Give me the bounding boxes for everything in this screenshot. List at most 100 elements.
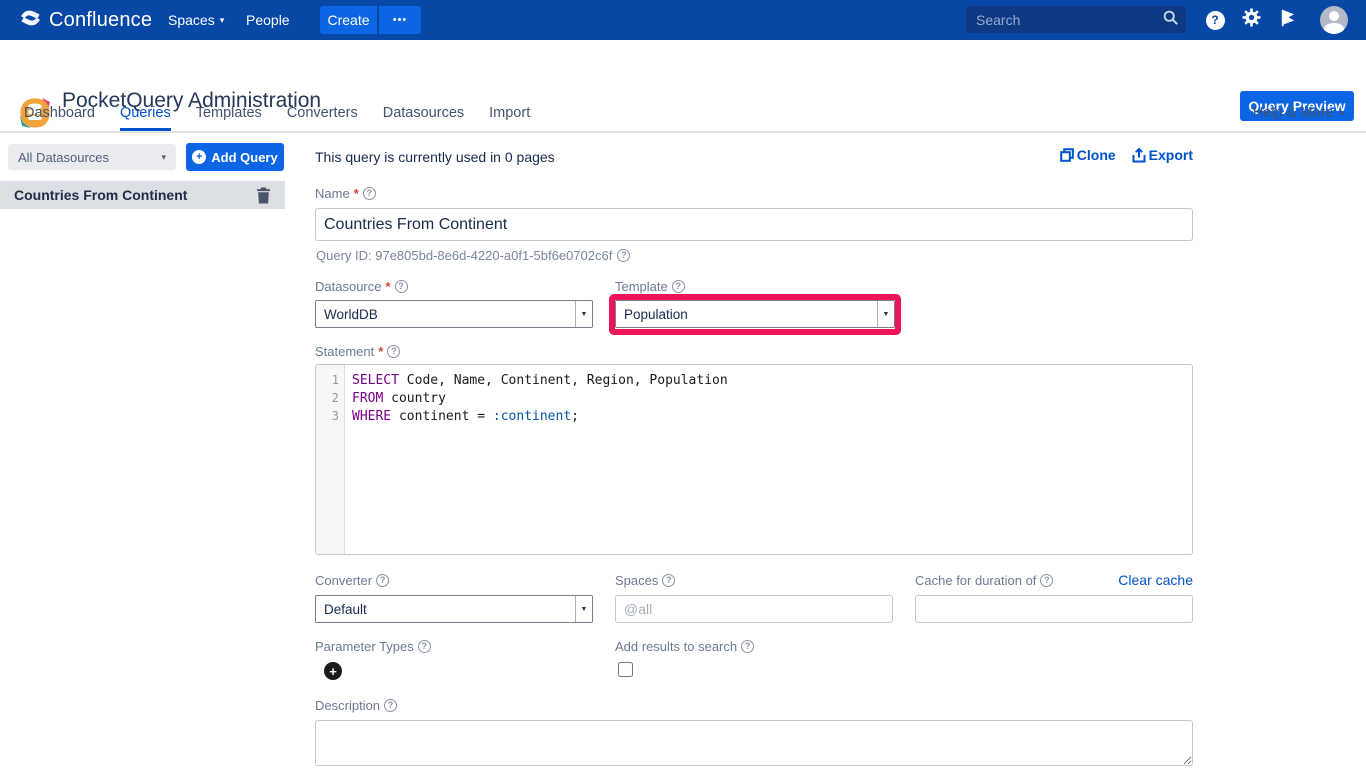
- converter-label: Converter ?: [315, 573, 389, 588]
- add-parameter-button[interactable]: +: [324, 662, 342, 680]
- add-query-button[interactable]: + Add Query: [186, 143, 284, 171]
- help-icon[interactable]: ?: [617, 249, 630, 262]
- help-icon[interactable]: ?: [376, 574, 389, 587]
- chevron-down-icon: ▾: [161, 152, 166, 163]
- trash-icon: [256, 187, 271, 204]
- sql-code[interactable]: SELECT Code, Name, Continent, Region, Po…: [346, 365, 1192, 554]
- spaces-label: Spaces ?: [615, 573, 675, 588]
- clone-icon: [1060, 148, 1074, 162]
- help-more-menu[interactable]: Help & More ▾: [1253, 95, 1344, 131]
- select-arrow-icon: ▼: [575, 596, 592, 622]
- nav-people[interactable]: People: [246, 0, 290, 40]
- pocketquery-admin-page: Confluence Spaces ▾ People Create ••• ?: [0, 0, 1366, 768]
- help-more-label: Help & More: [1253, 105, 1334, 121]
- editor-gutter: 123: [316, 365, 345, 554]
- template-value: Population: [616, 301, 877, 327]
- page-header: PocketQuery Administration Query Preview: [0, 40, 1366, 95]
- notifications-button[interactable]: [1275, 0, 1301, 40]
- select-arrow-icon: ▼: [575, 301, 592, 327]
- required-asterisk: *: [385, 279, 390, 294]
- statement-label: Statement* ?: [315, 344, 400, 359]
- tab-queries[interactable]: Queries: [120, 95, 171, 131]
- template-highlight-box: Population ▼: [609, 294, 901, 335]
- help-icon[interactable]: ?: [384, 699, 397, 712]
- tab-datasources[interactable]: Datasources: [383, 95, 464, 131]
- template-label: Template ?: [615, 279, 685, 294]
- user-menu[interactable]: [1318, 0, 1350, 40]
- help-icon[interactable]: ?: [1040, 574, 1053, 587]
- export-link[interactable]: Export: [1132, 147, 1193, 163]
- datasource-label: Datasource* ?: [315, 279, 408, 294]
- select-arrow-icon: ▼: [877, 301, 894, 327]
- converter-value: Default: [316, 596, 575, 622]
- name-input[interactable]: [315, 208, 1193, 241]
- tab-dashboard[interactable]: Dashboard: [24, 95, 95, 131]
- plus-icon: +: [192, 150, 206, 164]
- query-name: Countries From Continent: [14, 187, 187, 203]
- tab-converters[interactable]: Converters: [287, 95, 358, 131]
- create-more-button[interactable]: •••: [379, 6, 421, 34]
- tab-import[interactable]: Import: [489, 95, 530, 131]
- help-button[interactable]: ?: [1202, 0, 1228, 40]
- help-icon[interactable]: ?: [363, 187, 376, 200]
- code-line: WHERE continent = :continent;: [352, 409, 1192, 427]
- clone-label: Clone: [1077, 147, 1116, 163]
- nav-spaces-label: Spaces: [168, 12, 215, 28]
- admin-tabbar: Dashboard Queries Templates Converters D…: [0, 95, 1366, 133]
- cache-duration-input[interactable]: [915, 595, 1193, 623]
- datasource-filter-value: All Datasources: [18, 150, 109, 165]
- query-id-text: Query ID: 97e805bd-8e6d-4220-a0f1-5bf6e0…: [316, 248, 630, 263]
- required-asterisk: *: [354, 186, 359, 201]
- chevron-down-icon: ▾: [1339, 108, 1344, 119]
- tab-templates[interactable]: Templates: [196, 95, 262, 131]
- clone-link[interactable]: Clone: [1060, 147, 1116, 163]
- datasource-value: WorldDB: [316, 301, 575, 327]
- flag-icon: [1280, 9, 1296, 32]
- name-label: Name* ?: [315, 186, 376, 201]
- datasource-select[interactable]: WorldDB ▼: [315, 300, 593, 328]
- line-number: 2: [316, 391, 344, 409]
- help-icon[interactable]: ?: [672, 280, 685, 293]
- help-icon[interactable]: ?: [741, 640, 754, 653]
- description-input[interactable]: [315, 720, 1193, 766]
- help-icon[interactable]: ?: [418, 640, 431, 653]
- create-button[interactable]: Create: [320, 6, 377, 34]
- code-line: SELECT Code, Name, Continent, Region, Po…: [352, 373, 1192, 391]
- query-list-item[interactable]: Countries From Continent: [0, 181, 285, 209]
- code-line: FROM country: [352, 391, 1192, 409]
- template-select[interactable]: Population ▼: [615, 300, 895, 328]
- parameter-types-label: Parameter Types ?: [315, 639, 431, 654]
- line-number: 1: [316, 373, 344, 391]
- search-icon: [1163, 10, 1178, 30]
- help-icon[interactable]: ?: [662, 574, 675, 587]
- add-to-search-checkbox[interactable]: [618, 662, 633, 677]
- question-icon: ?: [1206, 11, 1225, 30]
- export-label: Export: [1149, 147, 1193, 163]
- settings-button[interactable]: [1238, 0, 1264, 40]
- chevron-down-icon: ▾: [220, 15, 225, 26]
- spaces-input[interactable]: [615, 595, 893, 623]
- export-icon: [1132, 148, 1146, 163]
- confluence-topbar: Confluence Spaces ▾ People Create ••• ?: [0, 0, 1366, 40]
- nav-people-label: People: [246, 12, 290, 28]
- clear-cache-link[interactable]: Clear cache: [1118, 572, 1193, 588]
- description-label: Description ?: [315, 698, 397, 713]
- required-asterisk: *: [378, 344, 383, 359]
- add-to-search-label: Add results to search ?: [615, 639, 754, 654]
- converter-select[interactable]: Default ▼: [315, 595, 593, 623]
- help-icon[interactable]: ?: [395, 280, 408, 293]
- add-query-label: Add Query: [211, 150, 277, 165]
- line-number: 3: [316, 409, 344, 427]
- sql-statement-editor[interactable]: 123 SELECT Code, Name, Continent, Region…: [315, 364, 1193, 555]
- usage-text: This query is currently used in 0 pages: [315, 149, 555, 165]
- confluence-brand[interactable]: Confluence: [20, 0, 152, 40]
- help-icon[interactable]: ?: [387, 345, 400, 358]
- nav-spaces[interactable]: Spaces ▾: [168, 0, 224, 40]
- confluence-logo-icon: [20, 9, 41, 32]
- datasource-filter-select[interactable]: All Datasources ▾: [8, 144, 176, 170]
- global-search[interactable]: [966, 6, 1186, 33]
- delete-query-button[interactable]: [256, 187, 271, 204]
- brand-name: Confluence: [49, 9, 152, 32]
- search-input[interactable]: [976, 12, 1163, 28]
- avatar: [1320, 6, 1348, 34]
